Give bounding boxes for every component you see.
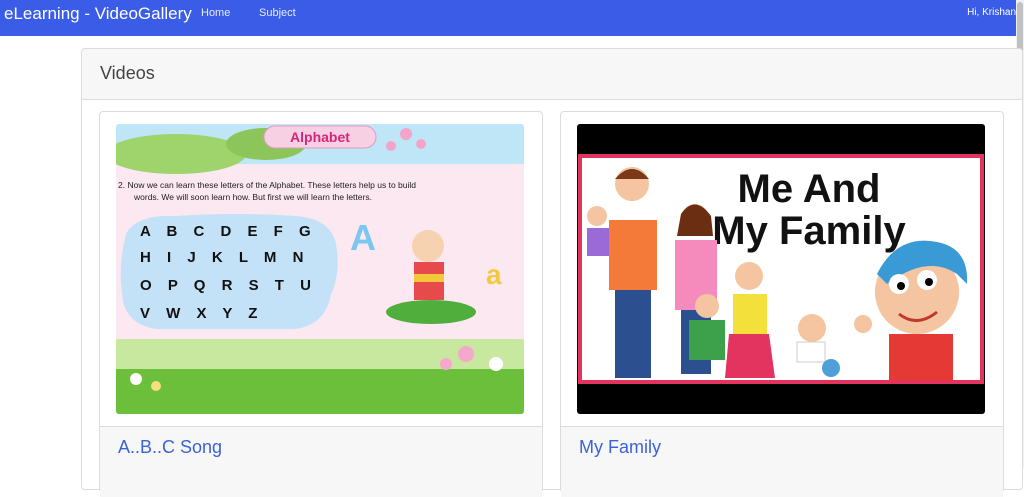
nav-link-subject[interactable]: Subject bbox=[259, 7, 296, 19]
thumb-line1: Me And bbox=[738, 167, 881, 211]
thumb-text-line2: words. We will soon learn how. But first… bbox=[133, 192, 372, 202]
nav-link-home[interactable]: Home bbox=[201, 7, 230, 19]
brand-link[interactable]: eLearning - VideoGallery bbox=[4, 4, 192, 24]
video-thumbnail-family[interactable]: Me And My Family bbox=[577, 124, 985, 414]
user-greeting[interactable]: Hi, Krishan bbox=[967, 7, 1016, 18]
video-card-family[interactable]: Me And My Family My Family bbox=[560, 111, 1004, 497]
panel-title: Videos bbox=[100, 63, 155, 83]
top-navbar: eLearning - VideoGallery Home Subject Hi… bbox=[0, 0, 1016, 36]
svg-text:A: A bbox=[350, 217, 376, 258]
svg-text:a: a bbox=[486, 259, 502, 290]
video-title-link[interactable]: A..B..C Song bbox=[118, 437, 222, 458]
video-thumbnail-abc[interactable]: Alphabet 2. Now we can learn these lette… bbox=[116, 124, 524, 414]
video-title-link[interactable]: My Family bbox=[579, 437, 661, 458]
thumb-text-line1: 2. Now we can learn these letters of the… bbox=[118, 180, 416, 190]
video-footer-family: My Family bbox=[561, 426, 1003, 497]
video-footer-abc: A..B..C Song bbox=[100, 426, 542, 497]
alphabet-banner: Alphabet bbox=[290, 129, 350, 145]
panel-header: Videos bbox=[82, 49, 1022, 100]
letters-row-3: O P Q R S T U bbox=[140, 277, 317, 294]
letters-row-2: H I J K L M N bbox=[140, 249, 309, 266]
thumb-line2: My Family bbox=[712, 209, 906, 253]
video-card-abc[interactable]: Alphabet 2. Now we can learn these lette… bbox=[99, 111, 543, 497]
letters-row-1: A B C D E F G bbox=[140, 223, 317, 240]
letters-row-4: V W X Y Z bbox=[140, 305, 263, 322]
